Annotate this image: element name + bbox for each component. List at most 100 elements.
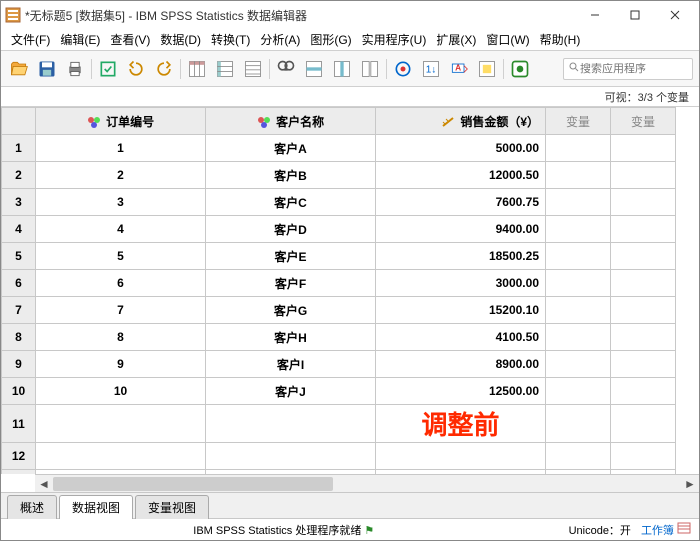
cell-empty[interactable] bbox=[611, 297, 676, 324]
open-icon[interactable] bbox=[7, 57, 31, 81]
cell-empty[interactable] bbox=[206, 443, 376, 470]
cell-order[interactable]: 7 bbox=[36, 297, 206, 324]
cell-order[interactable]: 4 bbox=[36, 216, 206, 243]
table-row[interactable]: 1010客户J12500.00 bbox=[2, 378, 676, 405]
menu-extensions[interactable]: 扩展(X) bbox=[432, 30, 480, 49]
cell-empty[interactable] bbox=[206, 405, 376, 443]
cell-empty[interactable] bbox=[546, 351, 611, 378]
tab-overview[interactable]: 概述 bbox=[7, 495, 57, 519]
recall-icon[interactable] bbox=[96, 57, 120, 81]
row-header[interactable]: 3 bbox=[2, 189, 36, 216]
cell-amount[interactable]: 7600.75 bbox=[376, 189, 546, 216]
cell-empty[interactable] bbox=[546, 443, 611, 470]
menu-edit[interactable]: 编辑(E) bbox=[56, 30, 104, 49]
close-button[interactable] bbox=[655, 1, 695, 29]
row-header[interactable]: 4 bbox=[2, 216, 36, 243]
split-icon[interactable] bbox=[358, 57, 382, 81]
menu-analyze[interactable]: 分析(A) bbox=[256, 30, 304, 49]
find-icon[interactable] bbox=[274, 57, 298, 81]
cell-empty[interactable] bbox=[546, 162, 611, 189]
cell-empty[interactable] bbox=[36, 405, 206, 443]
header-order[interactable]: 订单编号 bbox=[36, 108, 206, 135]
cell-amount[interactable]: 8900.00 bbox=[376, 351, 546, 378]
cell-name[interactable]: 客户F bbox=[206, 270, 376, 297]
cell-empty[interactable] bbox=[546, 216, 611, 243]
cell-order[interactable]: 5 bbox=[36, 243, 206, 270]
tab-dataview[interactable]: 数据视图 bbox=[59, 495, 133, 519]
row-header[interactable]: 2 bbox=[2, 162, 36, 189]
cell-empty[interactable] bbox=[546, 270, 611, 297]
cell-amount[interactable]: 12500.00 bbox=[376, 378, 546, 405]
menu-utilities[interactable]: 实用程序(U) bbox=[358, 30, 431, 49]
cell-name[interactable]: 客户I bbox=[206, 351, 376, 378]
cell-order[interactable]: 3 bbox=[36, 189, 206, 216]
cell-name[interactable]: 客户G bbox=[206, 297, 376, 324]
insert-case-icon[interactable] bbox=[302, 57, 326, 81]
redo-icon[interactable] bbox=[152, 57, 176, 81]
row-header[interactable]: 10 bbox=[2, 378, 36, 405]
table-row[interactable]: 77客户G15200.10 bbox=[2, 297, 676, 324]
cell-empty[interactable] bbox=[611, 270, 676, 297]
undo-icon[interactable] bbox=[124, 57, 148, 81]
cell-name[interactable]: 客户J bbox=[206, 378, 376, 405]
cell-name[interactable]: 客户A bbox=[206, 135, 376, 162]
row-header[interactable]: 7 bbox=[2, 297, 36, 324]
cell-order[interactable]: 8 bbox=[36, 324, 206, 351]
cell-amount[interactable]: 5000.00 bbox=[376, 135, 546, 162]
cell-order[interactable]: 9 bbox=[36, 351, 206, 378]
row-header[interactable]: 12 bbox=[2, 443, 36, 470]
table-row[interactable]: 99客户I8900.00 bbox=[2, 351, 676, 378]
header-var-2[interactable]: 变量 bbox=[611, 108, 676, 135]
maximize-button[interactable] bbox=[615, 1, 655, 29]
table-row[interactable]: 88客户H4100.50 bbox=[2, 324, 676, 351]
cell-empty[interactable] bbox=[611, 189, 676, 216]
menu-graphs[interactable]: 图形(G) bbox=[306, 30, 355, 49]
scroll-left-icon[interactable]: ◄ bbox=[35, 475, 53, 492]
cell-order[interactable]: 2 bbox=[36, 162, 206, 189]
cell-amount[interactable]: 9400.00 bbox=[376, 216, 546, 243]
cell-empty[interactable] bbox=[611, 324, 676, 351]
cell-empty[interactable] bbox=[36, 443, 206, 470]
scroll-thumb[interactable] bbox=[53, 477, 333, 491]
cell-empty[interactable] bbox=[546, 324, 611, 351]
cell-empty[interactable] bbox=[611, 405, 676, 443]
cell-empty[interactable] bbox=[546, 405, 611, 443]
use-sets-icon[interactable] bbox=[475, 57, 499, 81]
row-header[interactable]: 6 bbox=[2, 270, 36, 297]
cell-order[interactable]: 10 bbox=[36, 378, 206, 405]
table-row[interactable]: 33客户C7600.75 bbox=[2, 189, 676, 216]
cell-name[interactable]: 客户B bbox=[206, 162, 376, 189]
menu-transform[interactable]: 转换(T) bbox=[207, 30, 254, 49]
cell-empty[interactable] bbox=[376, 443, 546, 470]
table-row[interactable]: 11客户A5000.00 bbox=[2, 135, 676, 162]
cell-empty[interactable] bbox=[546, 297, 611, 324]
cell-empty[interactable] bbox=[546, 243, 611, 270]
row-header[interactable]: 13 bbox=[2, 470, 36, 475]
print-icon[interactable] bbox=[63, 57, 87, 81]
row-header[interactable]: 8 bbox=[2, 324, 36, 351]
row-header[interactable]: 9 bbox=[2, 351, 36, 378]
cell-empty[interactable] bbox=[611, 135, 676, 162]
tab-varview[interactable]: 变量视图 bbox=[135, 495, 209, 519]
cell-empty[interactable] bbox=[546, 189, 611, 216]
header-name[interactable]: 客户名称 bbox=[206, 108, 376, 135]
cell-empty[interactable] bbox=[611, 351, 676, 378]
cell-empty[interactable] bbox=[546, 378, 611, 405]
cell-empty[interactable] bbox=[611, 378, 676, 405]
weight-icon[interactable] bbox=[391, 57, 415, 81]
cell-empty[interactable] bbox=[611, 243, 676, 270]
cell-order[interactable]: 1 bbox=[36, 135, 206, 162]
cell-name[interactable]: 客户E bbox=[206, 243, 376, 270]
row-header[interactable]: 5 bbox=[2, 243, 36, 270]
goto-var-icon[interactable] bbox=[213, 57, 237, 81]
menu-data[interactable]: 数据(D) bbox=[156, 30, 205, 49]
cell-empty[interactable] bbox=[546, 135, 611, 162]
table-row[interactable]: 11调整前 bbox=[2, 405, 676, 443]
search-box[interactable] bbox=[563, 58, 693, 80]
search-input[interactable] bbox=[580, 63, 688, 75]
table-row[interactable]: 66客户F3000.00 bbox=[2, 270, 676, 297]
cell-empty[interactable] bbox=[611, 162, 676, 189]
table-row[interactable]: 12 bbox=[2, 443, 676, 470]
menu-file[interactable]: 文件(F) bbox=[7, 30, 54, 49]
header-var-1[interactable]: 变量 bbox=[546, 108, 611, 135]
